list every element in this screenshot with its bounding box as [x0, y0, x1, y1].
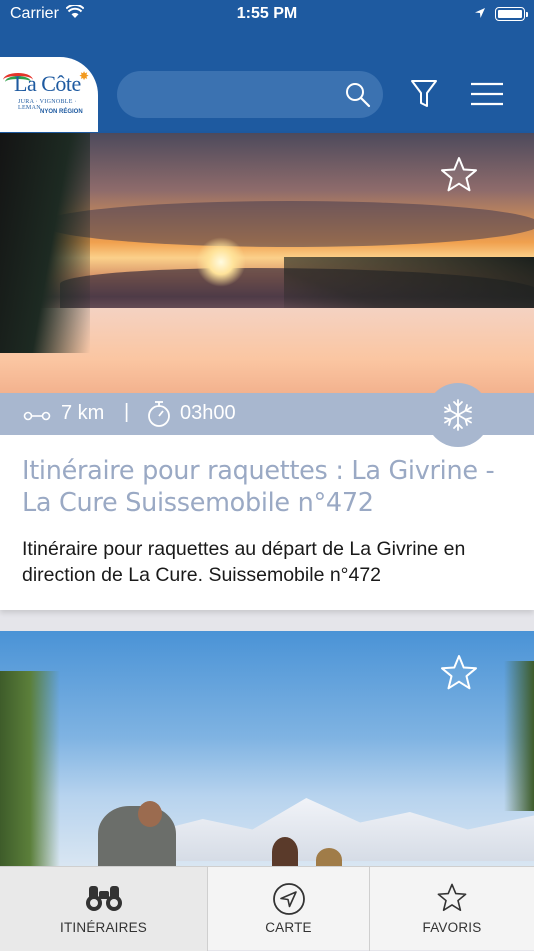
tab-label: FAVORIS: [422, 920, 482, 935]
snowflake-icon: [444, 399, 472, 431]
star-icon: [437, 883, 467, 912]
logo-title: La Côte: [14, 71, 81, 96]
battery-icon: [495, 7, 528, 21]
location-arrow-icon: [474, 6, 486, 24]
la-cote-logo[interactable]: La Côte ✸ JURA · VIGNOBLE · LEMAN NYON R…: [0, 57, 98, 132]
search-bar[interactable]: [117, 71, 383, 118]
meta-separator: |: [124, 401, 130, 423]
menu-icon[interactable]: [470, 82, 504, 111]
stopwatch-icon: [146, 400, 172, 434]
status-time: 1:55 PM: [236, 5, 298, 22]
filter-icon[interactable]: [410, 79, 438, 114]
itinerary-title[interactable]: Itinéraire pour raquettes : La Givrine -…: [22, 455, 522, 519]
tab-carte[interactable]: CARTE: [208, 867, 369, 951]
tab-favoris[interactable]: FAVORIS: [370, 867, 534, 951]
itinerary-card[interactable]: [0, 631, 534, 867]
logo-region: NYON RÉGION: [40, 109, 83, 115]
itinerary-description: Itinéraire pour raquettes au départ de L…: [22, 538, 466, 586]
itinerary-card[interactable]: 7 km | 03h00 Itinéraire pour raquettes :…: [0, 133, 534, 610]
tab-bar: ITINÉRAIRES CARTE FAVORIS: [0, 866, 534, 951]
favorite-star-icon[interactable]: [439, 155, 479, 195]
distance-value: 7 km: [61, 402, 105, 424]
duration-value: 03h00: [180, 402, 236, 424]
tab-label: CARTE: [265, 920, 312, 935]
logo-star-icon: ✸: [79, 69, 90, 83]
tab-label: ITINÉRAIRES: [60, 920, 147, 935]
binoculars-icon: [86, 886, 122, 911]
app-header: La Côte ✸ JURA · VIGNOBLE · LEMAN NYON R…: [0, 30, 534, 133]
tab-itineraires[interactable]: ITINÉRAIRES: [0, 867, 207, 951]
search-input[interactable]: [135, 83, 335, 105]
favorite-star-icon[interactable]: [439, 653, 479, 693]
status-bar: Carrier 1:55 PM: [0, 0, 534, 30]
activity-badge: [426, 383, 490, 447]
navigation-arrow-icon: [273, 883, 305, 915]
distance-icon: [23, 406, 51, 429]
search-icon[interactable]: [345, 82, 371, 113]
